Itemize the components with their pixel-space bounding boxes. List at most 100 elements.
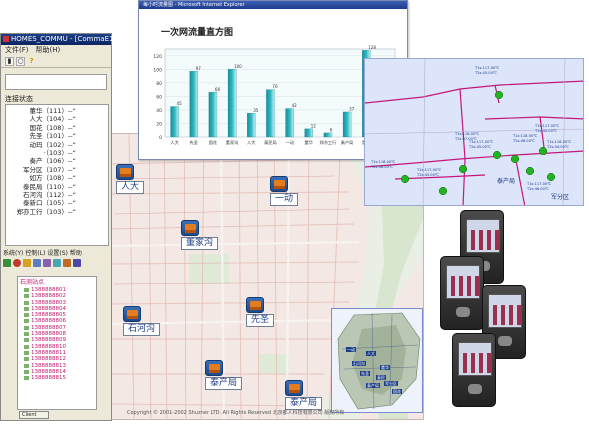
station-label: 泰产局: [205, 377, 243, 390]
inset-station-tag[interactable]: 泰产局: [366, 383, 380, 388]
station-marker[interactable]: 人大: [116, 164, 145, 194]
start-icon[interactable]: [3, 259, 11, 267]
app-icon: [3, 36, 9, 42]
node-reading-label: T1s:117.00℃: [474, 66, 499, 70]
connection-item[interactable]: 动玛（102）--“: [8, 141, 106, 149]
map-place-label: 泰产局: [497, 177, 515, 185]
folder-icon[interactable]: [23, 259, 31, 267]
print-icon[interactable]: [73, 259, 81, 267]
help-icon[interactable]: ?: [27, 57, 36, 66]
connection-item[interactable]: 如方（108）--“: [8, 174, 106, 182]
node-reading-label: T2s:46.00℃: [526, 187, 549, 191]
station-icon: [270, 176, 288, 192]
overview-inset-map[interactable]: 一动人大 石河沟董华先圣泰民泰产局 军分区国花: [331, 308, 423, 413]
y-tick-label: 20: [156, 121, 162, 127]
monitor-icon[interactable]: [33, 259, 41, 267]
connection-item[interactable]: 泰民局（110）--“: [8, 183, 106, 191]
pda-screen: [458, 342, 492, 376]
window-titlebar[interactable]: HOMES_COMMU - [CommaE1]: [1, 34, 116, 45]
tab-control[interactable]: 控制(L): [25, 248, 45, 257]
pda-screen: [446, 265, 480, 299]
network-node[interactable]: [525, 166, 535, 176]
inset-station-tag[interactable]: 先圣: [360, 371, 370, 376]
station-marker[interactable]: 一动: [270, 176, 299, 206]
network-node[interactable]: [438, 186, 448, 196]
client-tabs: 系统(Y) 控制(L) 设置(S) 帮助: [3, 248, 82, 257]
connect-icon[interactable]: ▮: [5, 56, 14, 66]
connection-item[interactable]: 国花（108）--“: [8, 124, 106, 132]
station-label: 人大: [116, 181, 145, 194]
bar-value-label: 35: [253, 108, 259, 113]
connection-item[interactable]: 奏产（106）--“: [8, 157, 106, 165]
chart-bar: [323, 132, 333, 138]
inset-station-tag[interactable]: 董华: [380, 365, 390, 370]
node-reading-label: T1s:118.00℃: [370, 160, 395, 164]
node-reading-label: T2s:45.00℃: [416, 173, 439, 177]
menu-file[interactable]: 文件(F): [5, 45, 29, 55]
station-icon: [116, 164, 134, 180]
network-node[interactable]: [458, 164, 468, 174]
x-category-label: 人大: [170, 139, 178, 146]
connection-list[interactable]: 董华（111）--“ 人大（104）--“ 国花（108）--“ 先圣（101）--“…: [5, 104, 109, 246]
pda-device: [440, 256, 484, 330]
network-node[interactable]: [510, 154, 520, 164]
client-app-window[interactable]: HOMES_COMMU - [CommaE1] 文件(F) 帮助(H) ▮ ○ …: [0, 33, 116, 421]
inset-station-tag[interactable]: 国花: [392, 389, 402, 394]
pda-screen: [466, 219, 500, 253]
x-category-label: 奏产局: [341, 139, 354, 146]
tab-settings[interactable]: 设置(S): [47, 248, 68, 257]
chart-icon[interactable]: [43, 259, 51, 267]
inset-station-tag[interactable]: 一动: [346, 347, 356, 352]
pda-dpad: [468, 384, 482, 394]
x-category-label: 一动: [285, 139, 293, 146]
connection-item[interactable]: 郑亦工行（103）--“: [8, 208, 106, 216]
inset-station-tag[interactable]: 军分区: [384, 381, 398, 386]
x-category-label: 泰民局: [264, 139, 277, 146]
tree-node[interactable]: 1388888815: [20, 375, 94, 381]
network-node[interactable]: [492, 150, 502, 160]
station-icon: [123, 306, 141, 322]
connection-item[interactable]: 先圣（101）--“: [8, 132, 106, 140]
inset-station-tag[interactable]: 石河沟: [352, 361, 366, 366]
network-node[interactable]: [400, 174, 410, 184]
connection-item[interactable]: 军分区（107）--“: [8, 166, 106, 174]
tree-root[interactable]: 石测站点: [20, 279, 94, 287]
plot-area: [164, 48, 396, 138]
data-icon[interactable]: [53, 259, 61, 267]
client-tab[interactable]: Client: [19, 411, 49, 419]
chart-bar: [342, 111, 352, 138]
chart-title: 一次网流量直方图: [161, 26, 233, 38]
x-category-label: 人大: [247, 139, 255, 146]
node-reading-label: T1s:117.00℃: [526, 182, 551, 186]
node-reading-label: T2s:45.00℃: [474, 71, 497, 75]
chart-bar: [266, 89, 275, 138]
chart-window-titlebar[interactable]: 每小时流量图 - Microsoft Internet Explorer: [139, 1, 407, 9]
network-node[interactable]: [494, 90, 504, 100]
tab-system[interactable]: 系统(Y): [3, 248, 23, 257]
alarm-icon[interactable]: [63, 259, 71, 267]
bar-value-label: 37: [349, 106, 355, 111]
connection-item[interactable]: 人大（104）--“: [8, 115, 106, 123]
station-tree[interactable]: 石测站点 1388888801 1388888802 1388888803 13888…: [17, 276, 97, 410]
tab-help[interactable]: 帮助: [70, 248, 82, 257]
status-strip: [5, 74, 107, 90]
bar-value-label: 70: [272, 84, 278, 89]
station-marker[interactable]: 泰产局: [205, 360, 243, 390]
network-node[interactable]: [538, 146, 548, 156]
network-node[interactable]: [546, 172, 556, 182]
map-copyright: Copyright © 2001-2002 Shuzner LTD. All R…: [127, 410, 345, 416]
station-marker[interactable]: 先圣: [246, 297, 275, 327]
station-marker[interactable]: 石河沟: [123, 306, 161, 336]
network-map[interactable]: T1s:117.00℃ T2s:45.00℃ T1s:118.00℃ T2s:46.0…: [364, 58, 584, 206]
menu-help[interactable]: 帮助(H): [36, 45, 61, 55]
inset-station-tag[interactable]: 人大: [366, 351, 376, 356]
station-marker[interactable]: 董家沟: [181, 220, 219, 250]
disconnect-icon[interactable]: ○: [16, 56, 25, 66]
station-icon: [205, 360, 223, 376]
connection-item[interactable]: 泰新口（105）--“: [8, 199, 106, 207]
y-tick-label: 120: [153, 54, 162, 60]
stop-icon[interactable]: [13, 259, 21, 267]
station-marker[interactable]: 泰产局: [285, 380, 323, 410]
inset-station-tag[interactable]: 泰民: [376, 375, 386, 380]
bar-value-label: 128: [368, 45, 376, 50]
